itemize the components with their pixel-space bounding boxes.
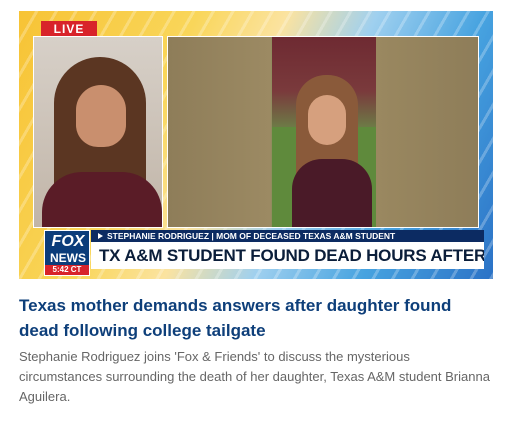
fox-news-logo: FOX NEWS 5:42 CT	[44, 230, 90, 276]
lower-third-caption: STEPHANIE RODRIGUEZ | MOM OF DECEASED TE…	[91, 230, 484, 242]
logo-line2: NEWS	[50, 251, 86, 265]
caption-arrow-icon	[98, 233, 103, 239]
live-badge: LIVE	[41, 21, 97, 36]
broadcast-time: 5:42 CT	[45, 265, 89, 275]
student-face	[308, 95, 346, 145]
lower-third-headline: TX A&M STUDENT FOUND DEAD HOURS AFTER TA…	[91, 242, 484, 269]
person-shirt	[42, 172, 162, 227]
article-headline[interactable]: Texas mother demands answers after daugh…	[19, 293, 493, 343]
caption-text: STEPHANIE RODRIGUEZ | MOM OF DECEASED TE…	[107, 231, 396, 241]
interview-window	[33, 36, 163, 228]
video-thumbnail[interactable]: LIVE FOX NEWS 5:42 CT STEPHANIE RODRIGUE…	[19, 11, 493, 279]
logo-line1: FOX	[51, 233, 85, 250]
student-shirt	[292, 159, 372, 227]
photo-window	[167, 36, 479, 228]
article-description: Stephanie Rodriguez joins 'Fox & Friends…	[19, 349, 490, 404]
person-face	[76, 85, 126, 147]
